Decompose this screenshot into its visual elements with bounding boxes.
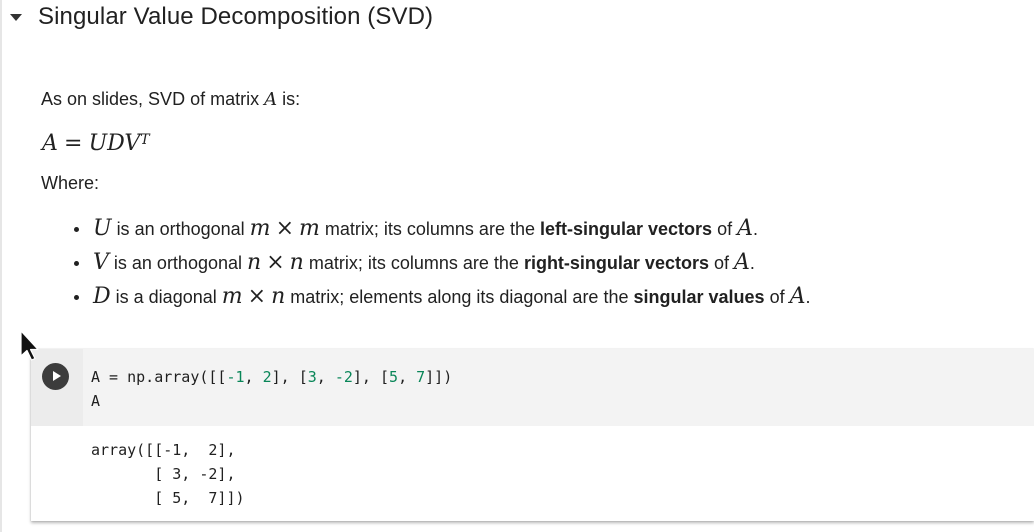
- equation-equals: =: [64, 131, 83, 156]
- code-number: 5: [389, 368, 399, 386]
- intro-paragraph: As on slides, SVD of matrix A is:: [41, 87, 1021, 113]
- code-line-2: A: [91, 392, 101, 410]
- bullet-text: is an orthogonal: [116, 219, 245, 239]
- code-number: 2: [262, 368, 272, 386]
- output-line: array([[-1, 2],: [91, 441, 236, 459]
- cell-left-rule: [0, 0, 2, 532]
- intro-text: As on slides, SVD of matrix: [41, 89, 260, 109]
- bullet-text: of: [717, 219, 733, 239]
- bullet-text: matrix; its columns are the: [308, 253, 519, 273]
- bullet-period: .: [805, 287, 811, 307]
- intro-var: A: [264, 89, 278, 110]
- list-item: V is an orthogonal n × n matrix; its col…: [74, 248, 1021, 282]
- section-title: Singular Value Decomposition (SVD): [38, 3, 434, 30]
- output-text: array([[-1, 2], [ 3, -2], [ 5, 7]]): [83, 426, 1034, 510]
- bullet-period: .: [752, 219, 758, 239]
- bullet-end-var: A: [734, 250, 750, 275]
- code-number: 3: [307, 368, 317, 386]
- bullet-period: .: [749, 253, 755, 273]
- code-cell: A = np.array([[-1, 2], [3, -2], [5, 7]])…: [31, 349, 1034, 521]
- bullet-text: matrix; elements along its diagonal are …: [290, 287, 629, 307]
- section-header: Singular Value Decomposition (SVD): [10, 0, 433, 34]
- bullet-bold-term: singular values: [633, 287, 765, 307]
- svd-equation: A = UDVT: [41, 129, 1021, 159]
- cell-gutter: [31, 349, 83, 426]
- equation-rhs: UDV: [88, 131, 141, 156]
- code-token: A = np.array([[: [91, 368, 227, 386]
- bullet-var: V: [93, 250, 109, 275]
- list-item: D is a diagonal m × n matrix; elements a…: [74, 282, 1021, 316]
- bullet-var: U: [93, 216, 112, 241]
- list-item: U is an orthogonal m × m matrix; its col…: [74, 214, 1021, 248]
- dim-times: ×: [266, 250, 285, 275]
- bullet-end-var: A: [737, 216, 753, 241]
- code-token: ]]): [425, 368, 453, 386]
- definition-list: U is an orthogonal m × m matrix; its col…: [41, 214, 1021, 316]
- markdown-cell: As on slides, SVD of matrix A is: A = UD…: [41, 87, 1021, 316]
- bullet-bold-term: left-singular vectors: [540, 219, 713, 239]
- code-token: ], [: [352, 368, 390, 386]
- bullet-var: D: [93, 284, 111, 309]
- equation-lhs: A: [42, 131, 58, 156]
- bullet-text: is a diagonal: [115, 287, 217, 307]
- bullet-text: of: [714, 253, 730, 273]
- dim-cols: n: [271, 284, 286, 309]
- dim-times: ×: [275, 216, 294, 241]
- bullet-text: matrix; its columns are the: [324, 219, 535, 239]
- code-number: -2: [334, 368, 353, 386]
- intro-end: is:: [282, 89, 301, 109]
- code-editor[interactable]: A = np.array([[-1, 2], [3, -2], [5, 7]])…: [83, 349, 1034, 426]
- where-label: Where:: [41, 173, 100, 193]
- output-line: [ 3, -2],: [91, 465, 236, 483]
- dim-cols: m: [299, 216, 320, 241]
- equation-superscript: T: [140, 132, 150, 148]
- dim-rows: n: [247, 250, 262, 275]
- code-text[interactable]: A = np.array([[-1, 2], [3, -2], [5, 7]])…: [83, 349, 1034, 413]
- collapse-arrow-icon[interactable]: [10, 14, 22, 21]
- dim-cols: n: [289, 250, 304, 275]
- bullet-end-var: A: [789, 284, 806, 309]
- dim-rows: m: [249, 216, 271, 241]
- code-number: -1: [226, 368, 245, 386]
- code-token: ], [: [271, 368, 308, 386]
- cell-output: array([[-1, 2], [ 3, -2], [ 5, 7]]): [83, 426, 1034, 521]
- code-number: 7: [416, 368, 426, 386]
- code-token: ,: [398, 368, 417, 386]
- code-token: ,: [316, 368, 335, 386]
- dim-rows: m: [221, 284, 243, 309]
- dim-times: ×: [247, 284, 267, 309]
- code-token: ,: [244, 368, 263, 386]
- output-line: [ 5, 7]]): [91, 489, 245, 507]
- bullet-bold-term: right-singular vectors: [523, 253, 709, 273]
- bullet-text: is an orthogonal: [113, 253, 242, 273]
- run-cell-icon[interactable]: [42, 363, 69, 390]
- bullet-text: of: [769, 287, 785, 307]
